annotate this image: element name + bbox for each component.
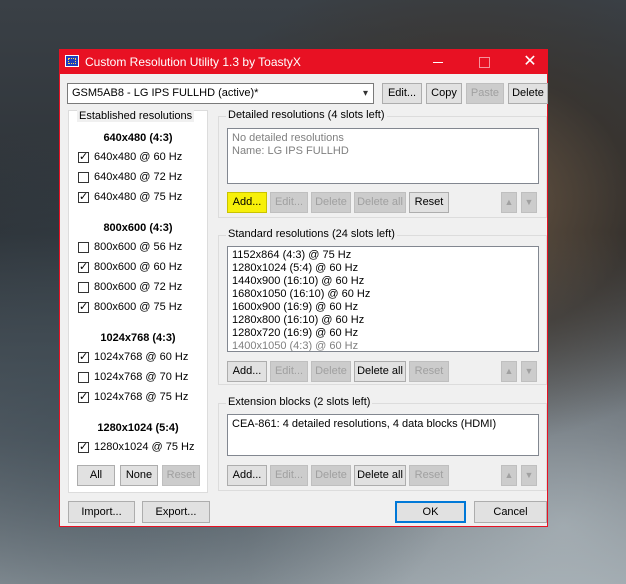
list-item: No detailed resolutions bbox=[232, 132, 344, 144]
extension-move-up-icon: ▲ bbox=[501, 465, 517, 486]
monitor-delete-button[interactable]: Delete bbox=[508, 83, 548, 104]
extension-edit-button: Edit... bbox=[270, 465, 308, 486]
checkbox-label: 800x600 @ 72 Hz bbox=[94, 281, 183, 293]
list-item: Name: LG IPS FULLHD bbox=[232, 145, 349, 157]
established-reset-button: Reset bbox=[162, 465, 200, 486]
group-header-640: 640x480 (4:3) bbox=[103, 132, 173, 144]
ok-button[interactable]: OK bbox=[395, 501, 466, 523]
detailed-delete-all-button: Delete all bbox=[354, 192, 406, 213]
checkbox-label: 1280x1024 @ 75 Hz bbox=[94, 441, 195, 453]
standard-delete-all-button[interactable]: Delete all bbox=[354, 361, 406, 382]
cru-window: Custom Resolution Utility 1.3 by ToastyX… bbox=[59, 49, 548, 527]
standard-reset-button: Reset bbox=[409, 361, 449, 382]
established-all-button[interactable]: All bbox=[77, 465, 115, 486]
detailed-delete-button: Delete bbox=[311, 192, 351, 213]
group-header-800: 800x600 (4:3) bbox=[103, 222, 173, 234]
standard-edit-button: Edit... bbox=[270, 361, 308, 382]
extension-move-down-icon: ▼ bbox=[521, 465, 537, 486]
group-header-1280: 1280x1024 (5:4) bbox=[97, 422, 179, 434]
import-button[interactable]: Import... bbox=[68, 501, 135, 523]
cancel-button[interactable]: Cancel bbox=[474, 501, 547, 523]
checkbox-box[interactable] bbox=[78, 242, 89, 253]
minimize-button[interactable] bbox=[415, 50, 461, 74]
app-icon bbox=[65, 55, 79, 67]
close-button[interactable]: ✕ bbox=[507, 50, 553, 74]
monitor-paste-button: Paste bbox=[466, 83, 504, 104]
detailed-move-up-icon: ▲ bbox=[501, 192, 517, 213]
checkbox-label: 640x480 @ 75 Hz bbox=[94, 191, 183, 203]
detailed-resolutions-list[interactable]: No detailed resolutions Name: LG IPS FUL… bbox=[227, 128, 539, 184]
detailed-add-button[interactable]: Add... bbox=[227, 192, 267, 213]
checkbox-box[interactable] bbox=[78, 260, 89, 273]
checkbox-label: 1024x768 @ 75 Hz bbox=[94, 391, 189, 403]
detailed-title: Detailed resolutions (4 slots left) bbox=[226, 109, 387, 121]
list-item[interactable]: 1680x1050 (16:10) @ 60 Hz bbox=[232, 288, 370, 300]
export-button[interactable]: Export... bbox=[142, 501, 210, 523]
checkbox-label: 800x600 @ 56 Hz bbox=[94, 241, 183, 253]
extension-blocks-list[interactable]: CEA-861: 4 detailed resolutions, 4 data … bbox=[227, 414, 539, 456]
established-title: Established resolutions bbox=[77, 110, 195, 122]
checkbox-box[interactable] bbox=[78, 440, 89, 453]
list-item[interactable]: 1600x900 (16:9) @ 60 Hz bbox=[232, 301, 358, 313]
list-item[interactable]: 1152x864 (4:3) @ 75 Hz bbox=[232, 249, 351, 261]
list-item[interactable]: 1440x900 (16:10) @ 60 Hz bbox=[232, 275, 364, 287]
checkbox-box[interactable] bbox=[78, 190, 89, 203]
standard-move-down-icon: ▼ bbox=[521, 361, 537, 382]
monitor-select[interactable]: GSM5AB8 - LG IPS FULLHD (active)* ▾ bbox=[67, 83, 374, 104]
standard-title: Standard resolutions (24 slots left) bbox=[226, 228, 397, 240]
standard-delete-button: Delete bbox=[311, 361, 351, 382]
list-item[interactable]: 1400x1050 (4:3) @ 60 Hz bbox=[232, 340, 358, 351]
detailed-move-down-icon: ▼ bbox=[521, 192, 537, 213]
checkbox-label: 800x600 @ 75 Hz bbox=[94, 301, 183, 313]
monitor-copy-button[interactable]: Copy bbox=[426, 83, 462, 104]
checkbox-label: 800x600 @ 60 Hz bbox=[94, 261, 183, 273]
checkbox-box[interactable] bbox=[78, 390, 89, 403]
chevron-down-icon: ▾ bbox=[362, 88, 368, 99]
extension-delete-all-button[interactable]: Delete all bbox=[354, 465, 406, 486]
checkbox-label: 1024x768 @ 70 Hz bbox=[94, 371, 189, 383]
established-none-button[interactable]: None bbox=[120, 465, 158, 486]
checkbox-box[interactable] bbox=[78, 282, 89, 293]
standard-resolutions-list[interactable]: 1152x864 (4:3) @ 75 Hz 1280x1024 (5:4) @… bbox=[227, 246, 539, 352]
detailed-edit-button: Edit... bbox=[270, 192, 308, 213]
list-item[interactable]: 1280x1024 (5:4) @ 60 Hz bbox=[232, 262, 358, 274]
checkbox-box[interactable] bbox=[78, 372, 89, 383]
checkbox-box[interactable] bbox=[78, 172, 89, 183]
extension-reset-button: Reset bbox=[409, 465, 449, 486]
checkbox-box[interactable] bbox=[78, 150, 89, 163]
window-title: Custom Resolution Utility 1.3 by ToastyX bbox=[85, 55, 301, 69]
title-bar[interactable]: Custom Resolution Utility 1.3 by ToastyX… bbox=[60, 50, 547, 74]
extension-delete-button: Delete bbox=[311, 465, 351, 486]
checkbox-box[interactable] bbox=[78, 350, 89, 363]
monitor-select-value: GSM5AB8 - LG IPS FULLHD (active)* bbox=[72, 87, 259, 99]
checkbox-label: 640x480 @ 72 Hz bbox=[94, 171, 183, 183]
standard-add-button[interactable]: Add... bbox=[227, 361, 267, 382]
monitor-edit-button[interactable]: Edit... bbox=[382, 83, 422, 104]
list-item[interactable]: 1280x720 (16:9) @ 60 Hz bbox=[232, 327, 358, 339]
standard-move-up-icon: ▲ bbox=[501, 361, 517, 382]
extension-title: Extension blocks (2 slots left) bbox=[226, 396, 373, 408]
group-header-1024: 1024x768 (4:3) bbox=[100, 332, 176, 344]
list-item[interactable]: 1280x800 (16:10) @ 60 Hz bbox=[232, 314, 364, 326]
list-item[interactable]: CEA-861: 4 detailed resolutions, 4 data … bbox=[232, 418, 496, 430]
maximize-button bbox=[461, 50, 507, 74]
checkbox-label: 640x480 @ 60 Hz bbox=[94, 151, 183, 163]
extension-add-button[interactable]: Add... bbox=[227, 465, 267, 486]
checkbox-box[interactable] bbox=[78, 300, 89, 313]
checkbox-label: 1024x768 @ 60 Hz bbox=[94, 351, 189, 363]
detailed-reset-button[interactable]: Reset bbox=[409, 192, 449, 213]
